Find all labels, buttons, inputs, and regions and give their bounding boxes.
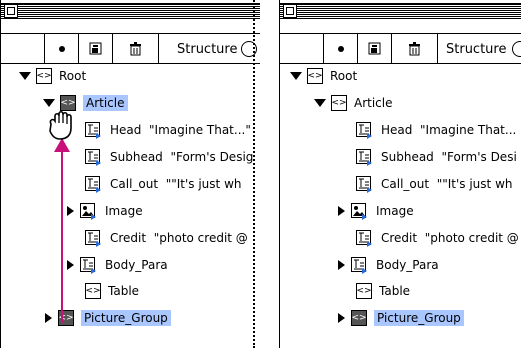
element-label: Credit — [381, 231, 418, 245]
scroll-edge — [253, 0, 255, 348]
element-label: Head — [110, 123, 142, 137]
tree-row-body-para[interactable]: Body_Para — [338, 255, 439, 275]
image-element-icon — [351, 202, 367, 220]
element-label: Image — [105, 204, 143, 218]
element-label: Subhead — [110, 150, 163, 164]
element-label: Picture_Group — [81, 310, 171, 326]
tree-row-subhead[interactable]: Subhead "Form's Desig — [85, 147, 253, 167]
tree-row-table[interactable]: <> Table — [85, 281, 139, 301]
bullet-icon — [337, 45, 344, 52]
text-element-icon — [356, 121, 372, 139]
new-element-icon — [89, 42, 102, 55]
new-element-button[interactable] — [79, 34, 113, 63]
bullet-icon — [58, 45, 65, 52]
new-element-icon — [368, 42, 381, 55]
disclosure-open-icon[interactable] — [43, 99, 55, 107]
tree-row-article[interactable]: <> Article — [314, 93, 393, 113]
element-icon: <> — [85, 283, 101, 299]
disclosure-closed-icon[interactable] — [338, 260, 345, 270]
new-element-button[interactable] — [358, 34, 392, 63]
element-icon: <> — [36, 68, 52, 84]
element-label: Table — [379, 284, 411, 298]
toolbar-spacer — [1, 34, 45, 63]
element-icon: <> — [307, 68, 323, 84]
close-box[interactable] — [4, 4, 18, 18]
element-label: Credit — [110, 231, 147, 245]
element-label: Body_Para — [105, 258, 168, 272]
tree-row-table[interactable]: <> Table — [356, 281, 410, 301]
tree-row-credit[interactable]: Credit "photo credit @ — [356, 228, 519, 248]
disclosure-open-icon[interactable] — [290, 72, 302, 80]
tree-row-picture-group[interactable]: <> Picture_Group — [338, 308, 464, 328]
element-content: "photo credit @ — [424, 231, 519, 245]
element-icon: <> — [351, 310, 367, 326]
structure-menu-button[interactable] — [512, 41, 521, 57]
element-label: Root — [330, 69, 358, 83]
element-label: Root — [59, 69, 87, 83]
image-element-icon — [80, 202, 96, 220]
bullet-button[interactable] — [324, 34, 358, 63]
element-label: Call_out — [381, 177, 430, 191]
disclosure-open-icon[interactable] — [314, 99, 326, 107]
disclosure-closed-icon[interactable] — [338, 313, 345, 323]
tree-row-root[interactable]: <> Root — [19, 66, 86, 86]
tree-row-call-out[interactable]: Call_out ""It's just wh — [85, 174, 241, 194]
element-icon: <> — [331, 95, 347, 111]
text-element-icon — [356, 229, 372, 247]
element-content: "photo credit @ — [153, 231, 248, 245]
text-element-icon — [356, 175, 372, 193]
grab-hand-icon — [49, 110, 72, 140]
delete-button[interactable] — [113, 34, 159, 63]
structure-panel-before: Structure <> Root <> Article Head "Imagi… — [0, 0, 260, 348]
tree-row-credit[interactable]: Credit "photo credit @ — [85, 228, 248, 248]
element-label: Call_out — [110, 177, 159, 191]
element-label: Image — [376, 204, 414, 218]
delete-button[interactable] — [392, 34, 438, 63]
close-box[interactable] — [283, 4, 297, 18]
element-label: Article — [354, 96, 393, 110]
tree-row-subhead[interactable]: Subhead "Form's Desi — [356, 147, 517, 167]
text-element-icon — [351, 256, 367, 274]
element-content: ""It's just wh — [436, 177, 513, 191]
disclosure-closed-icon[interactable] — [338, 206, 345, 216]
element-label: Head — [381, 123, 413, 137]
structure-panel-after: Structure <> Root <> Article Head "Imagi… — [279, 0, 521, 348]
tree-row-call-out[interactable]: Call_out ""It's just wh — [356, 174, 512, 194]
text-element-icon — [85, 148, 101, 166]
structure-label: Structure — [177, 42, 238, 57]
toolbar: Structure — [280, 33, 521, 64]
element-content: "Imagine That... — [420, 123, 517, 137]
structure-label: Structure — [446, 42, 507, 57]
text-element-icon — [80, 256, 96, 274]
element-icon: <> — [356, 283, 372, 299]
element-label: Article — [83, 95, 128, 111]
tree-row-head[interactable]: Head "Imagine That..." — [85, 120, 251, 140]
element-content: "Form's Desig — [170, 150, 254, 164]
element-content: "Form's Desi — [441, 150, 517, 164]
title-bar[interactable] — [280, 3, 521, 19]
text-element-icon — [356, 148, 372, 166]
tree-row-body-para[interactable]: Body_Para — [67, 255, 168, 275]
tree-row-head[interactable]: Head "Imagine That... — [356, 120, 516, 140]
trash-icon — [409, 41, 420, 55]
toolbar: Structure — [1, 33, 260, 64]
bullet-button[interactable] — [45, 34, 79, 63]
element-label: Subhead — [381, 150, 434, 164]
tree-row-image[interactable]: Image — [338, 201, 414, 221]
text-element-icon — [85, 175, 101, 193]
toolbar-spacer — [280, 34, 324, 63]
tree-row-root[interactable]: <> Root — [290, 66, 357, 86]
disclosure-open-icon[interactable] — [19, 72, 31, 80]
element-label: Table — [108, 284, 140, 298]
element-content: "Imagine That..." — [149, 123, 251, 137]
element-content: ""It's just wh — [165, 177, 242, 191]
text-element-icon — [85, 229, 101, 247]
element-label: Body_Para — [376, 258, 439, 272]
title-bar[interactable] — [1, 3, 260, 19]
text-element-icon — [85, 121, 101, 139]
element-label: Picture_Group — [374, 310, 464, 326]
trash-icon — [130, 41, 141, 55]
